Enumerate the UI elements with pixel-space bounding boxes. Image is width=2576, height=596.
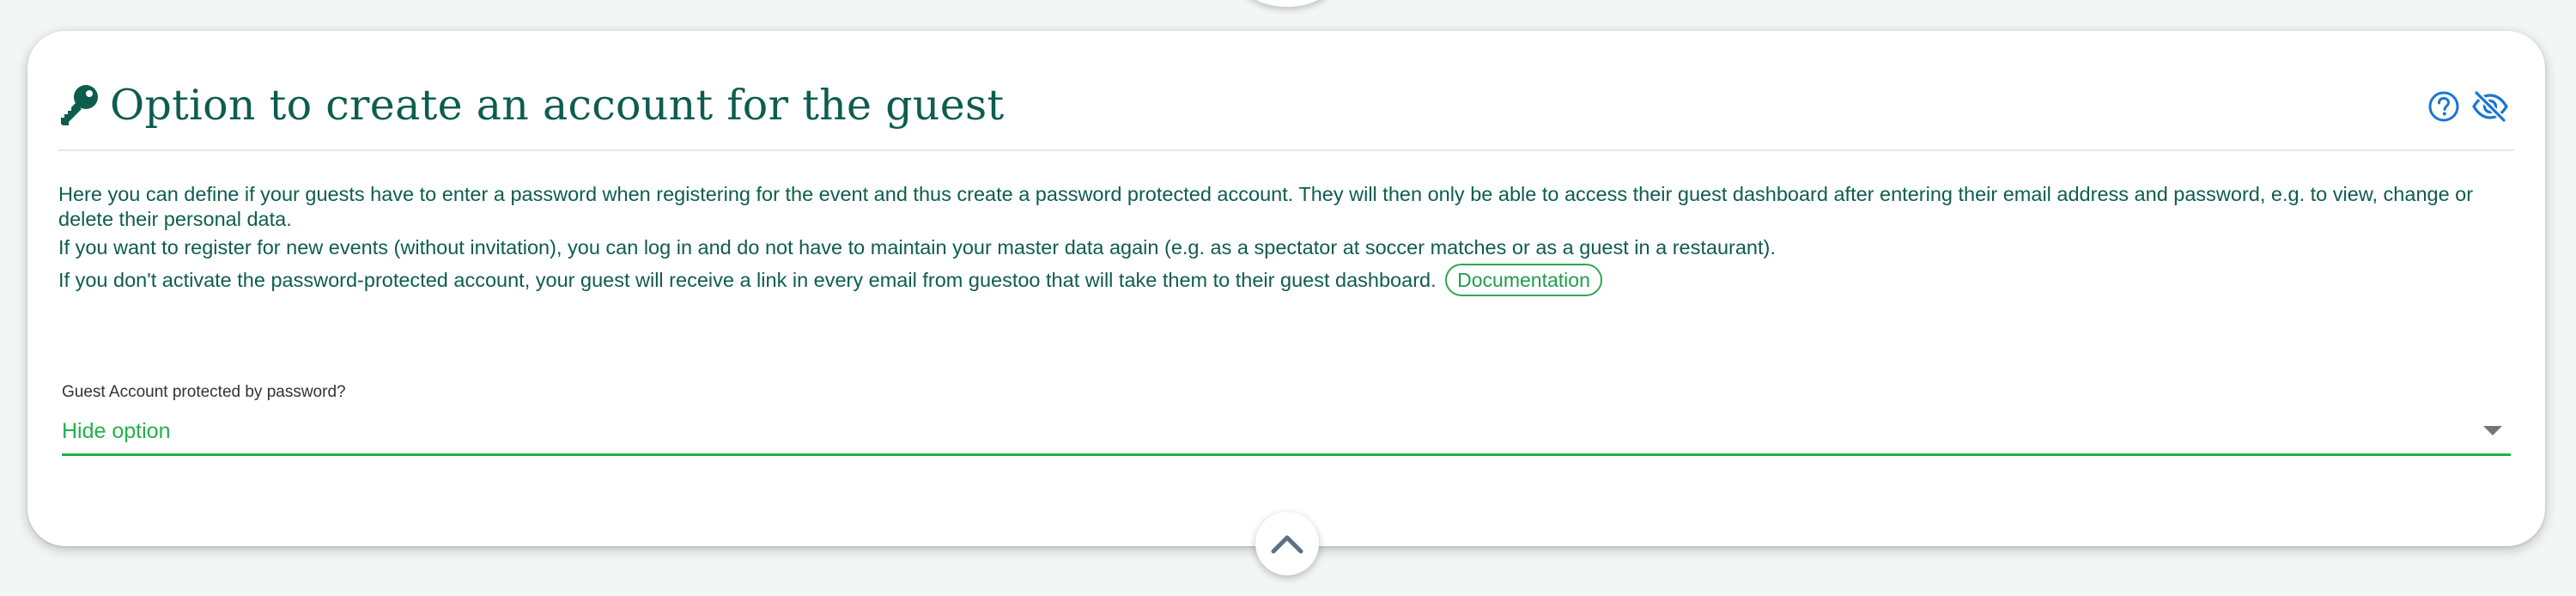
description-line-1: Here you can define if your guests have … — [58, 183, 2474, 230]
description: Here you can define if your guests have … — [58, 182, 2514, 296]
eye-off-icon[interactable] — [2470, 86, 2511, 127]
previous-card-toggle[interactable] — [1240, 0, 1334, 7]
select-value: Hide option — [62, 419, 171, 443]
guest-account-card: Option to create an account for the gues… — [27, 31, 2545, 546]
chevron-up-icon — [1271, 535, 1303, 554]
card-header: Option to create an account for the gues… — [58, 74, 2514, 136]
password-protection-select[interactable]: Hide option — [62, 416, 2511, 456]
description-line-2: If you want to register for new events (… — [58, 236, 1776, 258]
description-line-3-text: If you don't activate the password-prote… — [58, 269, 1437, 291]
page-title: Option to create an account for the gues… — [110, 80, 1005, 130]
description-line-3: If you don't activate the password-prote… — [58, 264, 2514, 296]
caret-down-icon — [2483, 426, 2502, 435]
documentation-link[interactable]: Documentation — [1445, 264, 1602, 296]
key-icon — [58, 81, 103, 129]
page: Option to create an account for the gues… — [0, 0, 2576, 596]
field-label: Guest Account protected by password? — [62, 383, 346, 401]
guest-account-password-field: Guest Account protected by password? Hid… — [62, 381, 2511, 456]
collapse-button[interactable] — [1255, 512, 1319, 575]
help-circle-icon[interactable] — [2423, 86, 2464, 127]
header-actions — [2418, 86, 2511, 127]
header-divider — [58, 149, 2514, 151]
